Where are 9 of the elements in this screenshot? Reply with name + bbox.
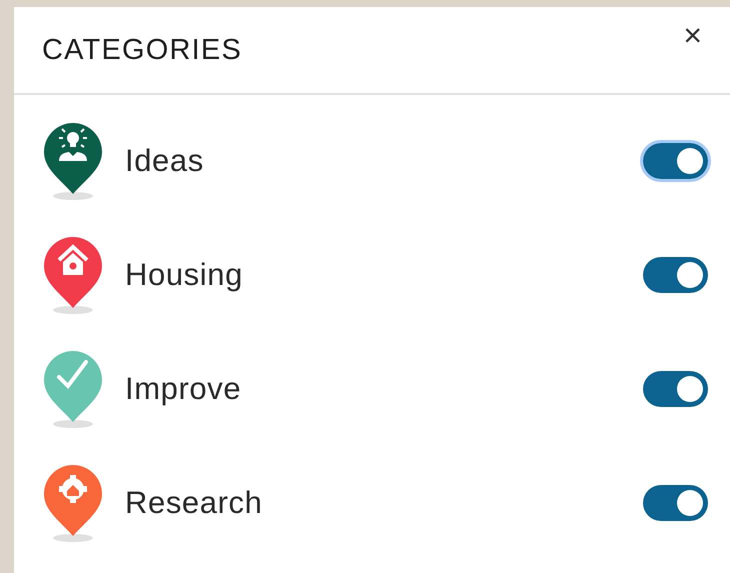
toggle-switch[interactable] bbox=[643, 257, 708, 293]
close-button[interactable]: × bbox=[683, 19, 702, 51]
toggle-switch[interactable] bbox=[643, 485, 708, 521]
category-label: Ideas bbox=[125, 142, 205, 180]
category-label: Research bbox=[125, 484, 264, 522]
panel-title: CATEGORIES bbox=[42, 33, 242, 68]
category-label: Improve bbox=[125, 370, 242, 408]
toggle-switch[interactable] bbox=[643, 371, 708, 407]
category-label: Housing bbox=[125, 256, 244, 294]
